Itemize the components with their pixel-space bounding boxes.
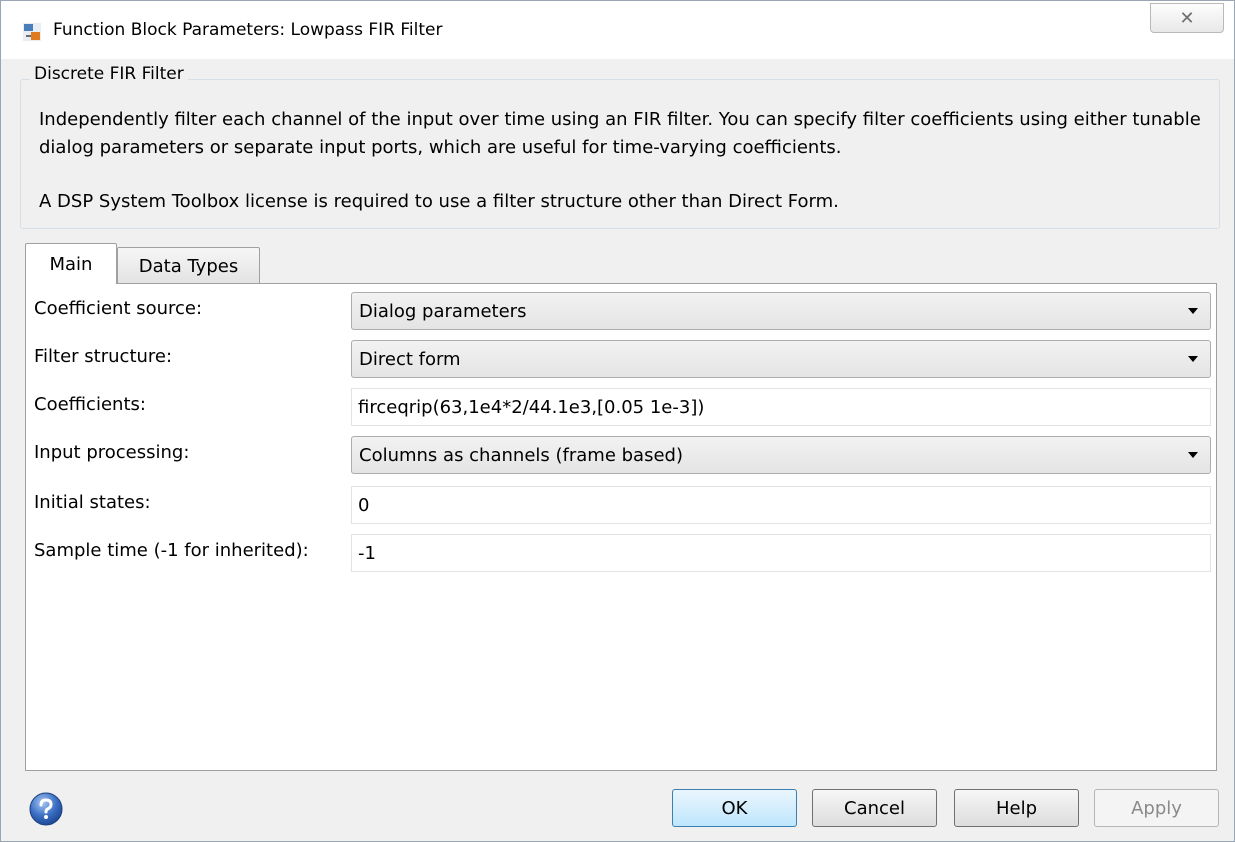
dialog-window: Function Block Parameters: Lowpass FIR F… <box>0 0 1235 842</box>
coefficient-source-label: Coefficient source: <box>34 298 203 319</box>
block-description: Independently filter each channel of the… <box>39 109 1201 158</box>
close-button[interactable]: ✕ <box>1150 3 1224 33</box>
main-tab-panel: Coefficient source: Dialog parameters Fi… <box>25 283 1217 771</box>
tab-data-types[interactable]: Data Types <box>117 247 260 285</box>
help-button[interactable]: Help <box>954 789 1079 827</box>
row-initial-states: Initial states: 0 <box>26 484 1218 524</box>
window-title: Function Block Parameters: Lowpass FIR F… <box>53 20 443 40</box>
row-sample-time: Sample time (-1 for inherited): -1 <box>26 532 1218 572</box>
input-processing-label: Input processing: <box>34 442 190 463</box>
input-processing-dropdown[interactable]: Columns as channels (frame based) <box>351 436 1211 474</box>
row-input-processing: Input processing: Columns as channels (f… <box>26 434 1218 474</box>
simulink-block-icon <box>23 23 41 41</box>
tab-label: Main <box>49 253 93 275</box>
initial-states-input[interactable]: 0 <box>351 486 1211 524</box>
title-bar: Function Block Parameters: Lowpass FIR F… <box>1 1 1234 59</box>
initial-states-label: Initial states: <box>34 492 151 513</box>
row-filter-structure: Filter structure: Direct form <box>26 338 1218 378</box>
sample-time-input[interactable]: -1 <box>351 534 1211 572</box>
filter-structure-label: Filter structure: <box>34 346 173 367</box>
tab-label: Data Types <box>138 256 239 277</box>
coefficients-label: Coefficients: <box>34 394 146 415</box>
row-coefficient-source: Coefficient source: Dialog parameters <box>26 290 1218 330</box>
ok-button[interactable]: OK <box>672 789 797 827</box>
row-coefficients: Coefficients: firceqrip(63,1e4*2/44.1e3,… <box>26 386 1218 426</box>
dropdown-value: Direct form <box>359 349 461 370</box>
dropdown-value: Dialog parameters <box>359 301 527 322</box>
coefficient-source-dropdown[interactable]: Dialog parameters <box>351 292 1211 330</box>
sample-time-label: Sample time (-1 for inherited): <box>34 540 309 561</box>
input-value: 0 <box>358 495 370 516</box>
input-value: firceqrip(63,1e4*2/44.1e3,[0.05 1e-3]) <box>358 397 705 418</box>
tab-main[interactable]: Main <box>25 243 117 284</box>
apply-button[interactable]: Apply <box>1094 789 1219 827</box>
chevron-down-icon <box>1188 452 1198 458</box>
chevron-down-icon <box>1188 356 1198 362</box>
dropdown-value: Columns as channels (frame based) <box>359 445 683 466</box>
chevron-down-icon <box>1188 308 1198 314</box>
filter-structure-dropdown[interactable]: Direct form <box>351 340 1211 378</box>
input-value: -1 <box>358 543 376 564</box>
help-icon[interactable] <box>29 792 63 826</box>
close-icon: ✕ <box>1179 7 1195 29</box>
group-legend: Discrete FIR Filter <box>30 64 188 84</box>
license-note: A DSP System Toolbox license is required… <box>39 191 839 212</box>
coefficients-input[interactable]: firceqrip(63,1e4*2/44.1e3,[0.05 1e-3]) <box>351 388 1211 426</box>
group-description: Independently filter each channel of the… <box>39 106 1209 216</box>
cancel-button[interactable]: Cancel <box>812 789 937 827</box>
